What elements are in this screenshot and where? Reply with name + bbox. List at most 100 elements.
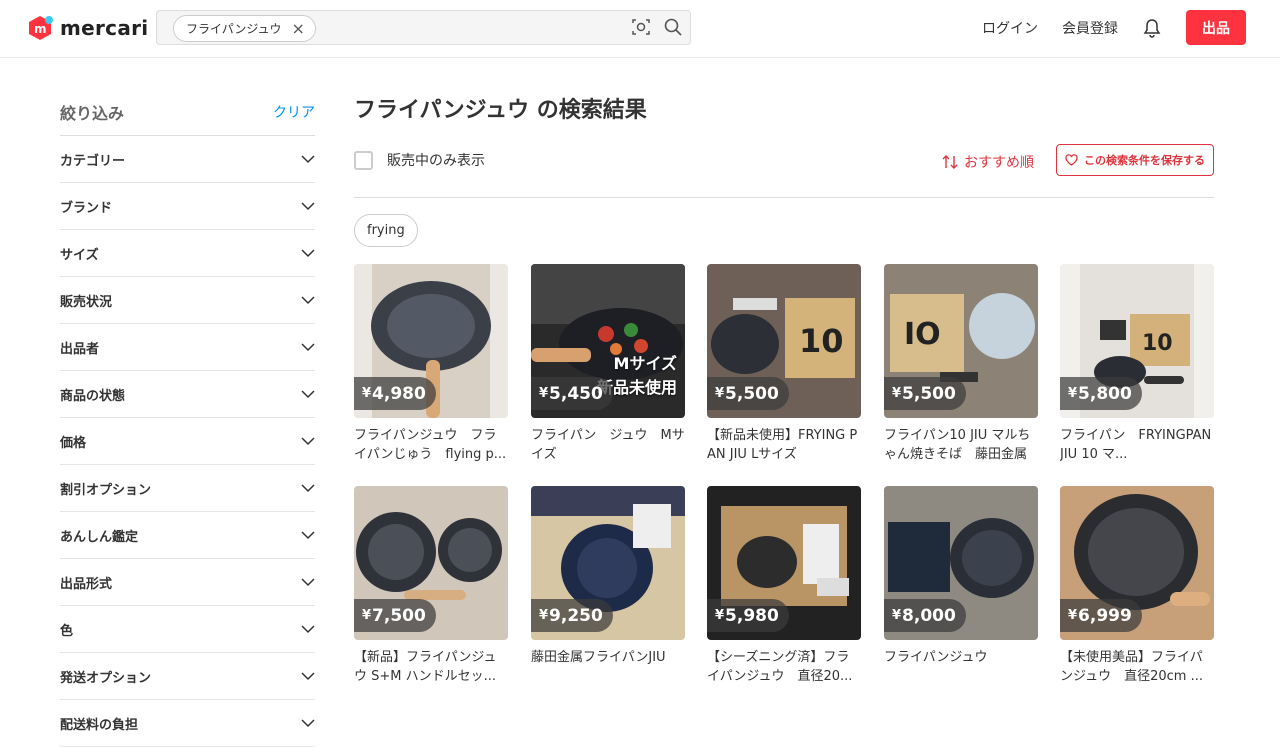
chevron-down-icon <box>301 719 315 728</box>
results-toolbar: 販売中のみ表示 おすすめ順 この検索条件を保存する <box>354 134 1214 198</box>
sort-label: おすすめ順 <box>964 155 1034 171</box>
search-icon[interactable] <box>664 18 682 36</box>
filter-row[interactable]: 価格 <box>60 418 315 465</box>
mercari-logo[interactable]: m mercari <box>28 14 148 42</box>
filter-row[interactable]: 配送料の負担 <box>60 700 315 747</box>
item-title[interactable]: 【シーズニング済】フライパンジュウ 直径20... <box>707 648 861 686</box>
filter-label: 発送オプション <box>60 670 152 686</box>
item-title[interactable]: フライパン FRYINGPAN JIU 10 マ... <box>1060 426 1214 464</box>
chevron-down-icon <box>301 672 315 681</box>
chevron-down-icon <box>301 531 315 540</box>
item-thumbnail[interactable]: Mサイズ 新品未使用 ¥5,450 <box>531 264 685 418</box>
filter-row[interactable]: 発送オプション <box>60 653 315 700</box>
price-value: 8,000 <box>902 605 956 626</box>
filter-label: 色 <box>60 623 74 639</box>
item-thumbnail[interactable]: 10 ¥5,500 <box>707 264 861 418</box>
filter-header: 絞り込み クリア <box>60 88 315 136</box>
chevron-down-icon <box>301 437 315 446</box>
header: m mercari フライパンジュウ × ログイン 会員登録 出品 <box>0 0 1280 58</box>
item-card[interactable]: IO ¥5,500 フライパン10 JIU マルちゃん焼きそば 藤田金属 <box>884 264 1038 464</box>
logo-text: mercari <box>60 16 149 40</box>
search-results: フライパンジュウ の検索結果 販売中のみ表示 おすすめ順 この検索条件を保存する… <box>354 88 1214 684</box>
item-title[interactable]: 【新品未使用】FRYING PAN JIU Lサイズ <box>707 426 861 464</box>
signup-link[interactable]: 会員登録 <box>1062 18 1118 38</box>
filter-row[interactable]: ブランド <box>60 183 315 230</box>
filter-label: 割引オプション <box>60 482 152 498</box>
item-thumbnail[interactable]: 10 ¥5,800 <box>1060 264 1214 418</box>
search-bar[interactable]: フライパンジュウ × <box>156 10 691 45</box>
price-value: 9,250 <box>549 605 603 626</box>
item-thumbnail[interactable]: IO ¥5,500 <box>884 264 1038 418</box>
bell-icon[interactable] <box>1142 18 1162 38</box>
item-title[interactable]: フライパンジュウ フライパンじゅう flying p... <box>354 426 508 464</box>
sort-icon <box>942 155 958 169</box>
camera-search-icon[interactable] <box>632 18 650 36</box>
price-badge: ¥9,250 <box>531 599 613 632</box>
item-card[interactable]: Mサイズ 新品未使用 ¥5,450 フライパン ジュウ Mサイズ <box>531 264 685 464</box>
price-badge: ¥5,450 <box>531 377 613 410</box>
item-title[interactable]: フライパン ジュウ Mサイズ <box>531 426 685 464</box>
search-chip[interactable]: フライパンジュウ × <box>173 15 316 42</box>
onsale-label: 販売中のみ表示 <box>387 153 485 169</box>
onsale-filter[interactable]: 販売中のみ表示 <box>354 150 485 170</box>
filter-label: 出品形式 <box>60 576 113 592</box>
item-thumbnail[interactable]: ¥5,980 <box>707 486 861 640</box>
filter-row[interactable]: 販売状況 <box>60 277 315 324</box>
svg-text:m: m <box>34 22 47 36</box>
filter-row[interactable]: 色 <box>60 606 315 653</box>
sell-button[interactable]: 出品 <box>1186 10 1246 45</box>
save-search-label: この検索条件を保存する <box>1084 154 1205 167</box>
filter-row[interactable]: 出品形式 <box>60 559 315 606</box>
mercari-logo-icon: m <box>29 16 53 40</box>
item-title[interactable]: 【新品】フライパンジュウ S+M ハンドルセッ... <box>354 648 508 686</box>
item-card[interactable]: ¥9,250 藤田金属フライパンJIU <box>531 486 685 686</box>
item-card[interactable]: ¥6,999 【未使用美品】フライパンジュウ 直径20cm ... <box>1060 486 1214 686</box>
item-thumbnail[interactable]: ¥7,500 <box>354 486 508 640</box>
filter-row[interactable]: 割引オプション <box>60 465 315 512</box>
filter-row[interactable]: 出品者 <box>60 324 315 371</box>
item-thumbnail[interactable]: ¥4,980 <box>354 264 508 418</box>
currency-symbol: ¥ <box>715 386 725 401</box>
price-badge: ¥5,980 <box>707 599 789 632</box>
save-search-button[interactable]: この検索条件を保存する <box>1056 144 1214 176</box>
sort-dropdown[interactable]: おすすめ順 <box>942 152 1034 172</box>
currency-symbol: ¥ <box>715 608 725 623</box>
search-chip-label: フライパンジュウ <box>186 22 282 36</box>
item-title[interactable]: 【未使用美品】フライパンジュウ 直径20cm ... <box>1060 648 1214 686</box>
item-thumbnail[interactable]: ¥6,999 <box>1060 486 1214 640</box>
svg-text:10: 10 <box>799 322 844 360</box>
price-value: 5,980 <box>725 605 779 626</box>
chevron-down-icon <box>301 202 315 211</box>
item-title[interactable]: フライパン10 JIU マルちゃん焼きそば 藤田金属 <box>884 426 1038 464</box>
login-link[interactable]: ログイン <box>982 18 1038 38</box>
item-card[interactable]: ¥5,980 【シーズニング済】フライパンジュウ 直径20... <box>707 486 861 686</box>
item-thumbnail[interactable]: ¥8,000 <box>884 486 1038 640</box>
price-value: 5,500 <box>902 383 956 404</box>
filter-label: 商品の状態 <box>60 388 126 404</box>
item-thumbnail[interactable]: ¥9,250 <box>531 486 685 640</box>
related-tag[interactable]: frying <box>354 214 418 247</box>
filter-row[interactable]: あんしん鑑定 <box>60 512 315 559</box>
price-value: 4,980 <box>372 383 426 404</box>
onsale-checkbox[interactable] <box>354 150 373 170</box>
item-card[interactable]: ¥8,000 フライパンジュウ <box>884 486 1038 686</box>
chevron-down-icon <box>301 625 315 634</box>
filter-clear-link[interactable]: クリア <box>273 102 315 122</box>
price-badge: ¥6,999 <box>1060 599 1142 632</box>
filter-row[interactable]: サイズ <box>60 230 315 277</box>
chevron-down-icon <box>301 296 315 305</box>
item-card[interactable]: 10 ¥5,800 フライパン FRYINGPAN JIU 10 マ... <box>1060 264 1214 464</box>
currency-symbol: ¥ <box>539 608 549 623</box>
price-badge: ¥4,980 <box>354 377 436 410</box>
price-value: 5,800 <box>1078 383 1132 404</box>
item-card[interactable]: 10 ¥5,500 【新品未使用】FRYING PAN JIU Lサイズ <box>707 264 861 464</box>
item-card[interactable]: ¥4,980 フライパンジュウ フライパンじゅう flying p... <box>354 264 508 464</box>
price-badge: ¥5,500 <box>884 377 966 410</box>
item-card[interactable]: ¥7,500 【新品】フライパンジュウ S+M ハンドルセッ... <box>354 486 508 686</box>
filter-row[interactable]: カテゴリー <box>60 136 315 183</box>
item-title[interactable]: 藤田金属フライパンJIU <box>531 648 685 686</box>
filter-label: サイズ <box>60 247 99 263</box>
close-icon[interactable]: × <box>292 20 305 37</box>
item-title[interactable]: フライパンジュウ <box>884 648 1038 686</box>
filter-row[interactable]: 商品の状態 <box>60 371 315 418</box>
